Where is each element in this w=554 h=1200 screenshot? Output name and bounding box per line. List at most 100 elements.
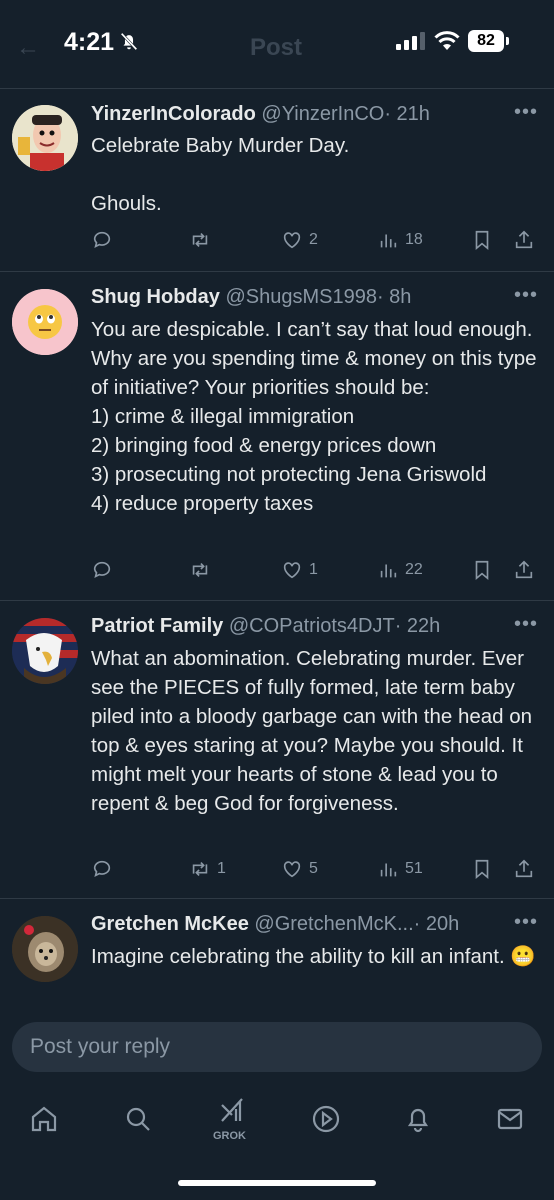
like-icon [283,861,301,878]
like-count: 2 [309,231,318,248]
views-count: 51 [405,860,423,877]
action-bar: 2 18 [91,228,541,256]
repost-icon [192,861,208,877]
reply-button[interactable] [91,857,119,881]
author-handle[interactable]: @ShugsMS1998 [225,286,377,308]
mute-bell-icon [120,32,138,51]
reply-icon [93,860,111,877]
post-text: What an abomination. Celebrating murder.… [91,647,533,815]
bottom-tab-bar [0,1085,554,1155]
avatar[interactable] [12,105,78,171]
reply-icon [93,231,111,248]
search-icon [126,1107,150,1131]
post-item[interactable]: Patriot Family @COPatriots4DJT· 22h ••• … [0,601,554,899]
bookmark-button[interactable] [471,857,493,881]
post-item[interactable]: Gretchen McKee @GretchenMcK...· 20h ••• … [0,899,554,1011]
action-bar: 1 22 [91,558,541,586]
views-icon [380,564,397,578]
share-icon [515,859,533,878]
views-count: 22 [405,561,423,578]
share-button[interactable] [513,558,535,582]
battery-indicator: 82 [468,30,509,52]
bookmark-button[interactable] [471,558,493,582]
post-header: Patriot Family @COPatriots4DJT· 22h [91,615,440,638]
tab-grok[interactable] [216,1095,248,1127]
grok-label: GROK [213,1130,246,1142]
post-item[interactable]: YinzerInColorado @YinzerInCO· 21h ••• Ce… [0,89,554,272]
post-header: Gretchen McKee @GretchenMcK...· 20h [91,913,459,936]
like-button[interactable]: 5 [281,857,318,881]
bookmark-icon [475,859,489,880]
repost-count: 1 [217,860,226,877]
views-icon [380,234,397,248]
like-count: 5 [309,860,318,877]
tab-search[interactable] [122,1103,154,1135]
reply-input[interactable]: Post your reply [12,1022,542,1072]
header-title: Post [250,34,303,61]
views-icon [380,863,397,877]
post-time: · 20h [413,913,460,935]
back-arrow-icon[interactable]: ← [16,34,40,62]
wifi-icon [434,31,460,50]
video-icon [312,1105,340,1133]
home-indicator[interactable] [178,1180,376,1186]
share-icon [515,560,533,579]
avatar[interactable] [12,618,78,684]
reply-icon [93,561,111,578]
action-bar: 1 5 51 [91,857,541,885]
avatar[interactable] [12,289,78,355]
reply-button[interactable] [91,228,119,252]
like-icon [283,562,301,579]
reply-button[interactable] [91,558,119,582]
repost-button[interactable] [189,228,217,252]
tab-home[interactable] [28,1103,60,1135]
messages-icon [497,1108,523,1130]
share-button[interactable] [513,228,535,252]
post-text: You are despicable. I can’t say that lou… [91,318,537,515]
repost-button[interactable] [189,558,217,582]
post-header: Shug Hobday @ShugsMS1998· 8h [91,286,411,309]
views-button[interactable]: 51 [377,857,423,881]
views-count: 18 [405,231,423,248]
post-text: Imagine celebrating the ability to kill … [91,945,536,968]
repost-icon [192,562,208,578]
author-handle[interactable]: @GretchenMcK... [254,913,413,935]
bookmark-icon [475,560,489,581]
post-item[interactable]: Shug Hobday @ShugsMS1998· 8h ••• You are… [0,272,554,601]
author-name[interactable]: Gretchen McKee [91,913,249,935]
avatar[interactable] [12,916,78,982]
author-handle[interactable]: @YinzerInCO [261,103,384,125]
tab-notifications[interactable] [402,1103,434,1135]
share-button[interactable] [513,857,535,881]
like-count: 1 [309,561,318,578]
post-text: Celebrate Baby Murder Day. Ghouls. [91,134,350,215]
tab-video[interactable] [310,1103,342,1135]
author-handle[interactable]: @COPatriots4DJT [229,615,395,637]
more-icon[interactable]: ••• [514,284,538,307]
status-time: 4:21 [64,28,115,56]
author-name[interactable]: YinzerInColorado [91,103,256,125]
share-icon [515,230,533,249]
home-icon [31,1106,57,1132]
like-button[interactable]: 2 [281,228,318,252]
author-name[interactable]: Patriot Family [91,615,223,637]
views-button[interactable]: 22 [377,558,423,582]
tab-messages[interactable] [494,1103,526,1135]
post-time: · 21h [384,103,430,125]
more-icon[interactable]: ••• [514,911,538,934]
bookmark-button[interactable] [471,228,493,252]
post-header: YinzerInColorado @YinzerInCO· 21h [91,103,430,126]
repost-button[interactable]: 1 [189,857,226,881]
bookmark-icon [475,230,489,251]
notifications-icon [407,1108,429,1133]
grok-icon [221,1098,243,1122]
more-icon[interactable]: ••• [514,613,538,636]
like-button[interactable]: 1 [281,558,318,582]
status-bar: ← Post 4:21 82 [0,0,554,89]
more-icon[interactable]: ••• [514,101,538,124]
views-button[interactable]: 18 [377,228,423,252]
like-icon [283,232,301,249]
post-time: · 22h [394,615,441,637]
author-name[interactable]: Shug Hobday [91,286,220,308]
repost-icon [192,232,208,248]
